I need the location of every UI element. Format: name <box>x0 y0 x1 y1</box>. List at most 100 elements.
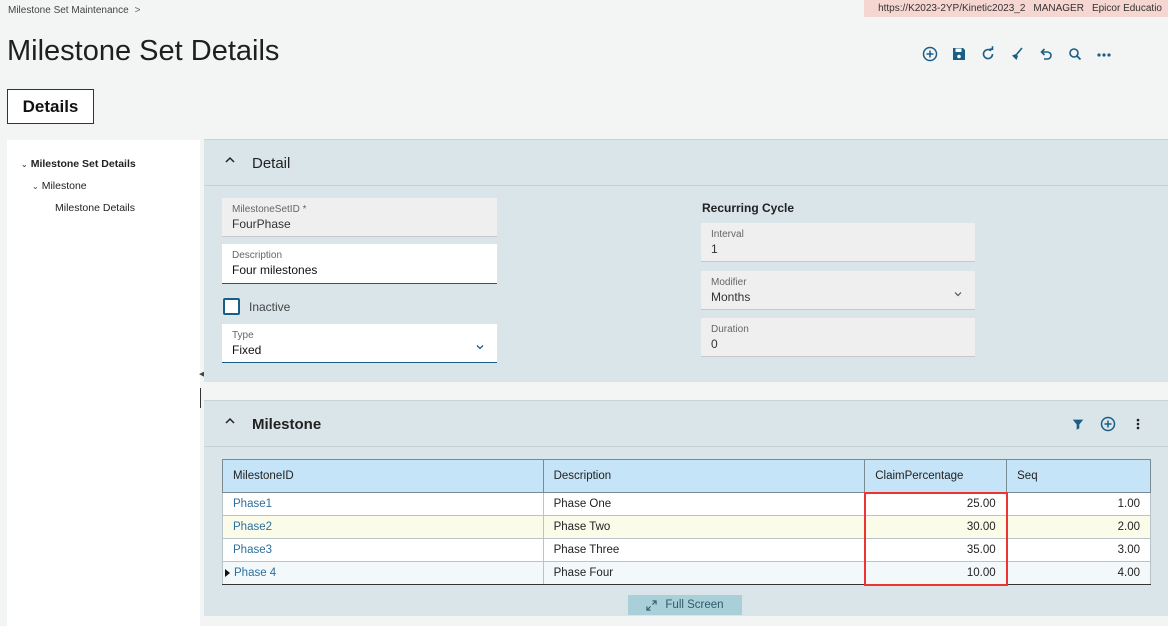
env-url: https://K2023-2YP/Kinetic2023_2 <box>878 3 1026 14</box>
table-row[interactable]: Phase2 Phase Two 30.00 2.00 <box>222 515 1151 539</box>
column-header-seq[interactable]: Seq <box>1006 459 1151 493</box>
column-header-claim-percentage[interactable]: ClaimPercentage <box>864 459 1008 493</box>
type-select[interactable]: Type Fixed <box>222 324 497 363</box>
undo-icon <box>1039 48 1052 60</box>
field-label: Interval <box>711 229 744 240</box>
claim-percentage-cell[interactable]: 35.00 <box>863 538 1008 562</box>
milestone-set-id-field: MilestoneSetID * FourPhase <box>222 198 497 237</box>
tree-item-milestone[interactable]: ⌄ Milestone <box>32 180 87 192</box>
undo-button[interactable] <box>1031 42 1060 66</box>
milestone-id-cell[interactable]: Phase 4 <box>222 561 544 585</box>
table-row[interactable]: Phase3 Phase Three 35.00 3.00 <box>222 538 1151 562</box>
table-row[interactable]: Phase1 Phase One 25.00 1.00 <box>222 491 1151 516</box>
top-bar: Milestone Set Maintenance > https://K2023… <box>0 0 1168 20</box>
chevron-up-icon[interactable] <box>223 414 237 428</box>
tree-item-milestone-details[interactable]: Milestone Details <box>55 202 135 214</box>
clear-button[interactable] <box>1002 42 1031 66</box>
full-screen-button[interactable]: Full Screen <box>628 595 742 615</box>
env-company: Epicor Educatio <box>1091 3 1162 14</box>
description-cell[interactable]: Phase Two <box>542 515 866 539</box>
search-icon <box>1068 48 1081 61</box>
column-header-milestone-id[interactable]: MilestoneID <box>222 459 544 493</box>
add-icon <box>1100 416 1116 432</box>
claim-percentage-cell[interactable]: 30.00 <box>863 515 1008 539</box>
milestone-panel: Milestone MilestoneID Description ClaimP… <box>204 400 1168 616</box>
seq-cell[interactable]: 1.00 <box>1006 492 1151 516</box>
add-icon <box>922 46 937 62</box>
milestone-id-value: Phase 4 <box>234 567 277 579</box>
environment-bar: https://K2023-2YP/Kinetic2023_2 MANAGER Ep… <box>864 0 1168 17</box>
description-cell[interactable]: Phase Three <box>542 538 866 562</box>
page-title: Milestone Set Details <box>7 35 280 67</box>
navigation-tree: ⌄ Milestone Set Details ⌄ Milestone Milest… <box>7 140 200 626</box>
more-vertical-icon <box>1136 418 1140 430</box>
filter-icon <box>1072 419 1084 430</box>
milestone-panel-title: Milestone <box>252 416 322 433</box>
milestone-id-cell[interactable]: Phase1 <box>222 492 544 516</box>
seq-cell[interactable]: 3.00 <box>1006 538 1151 562</box>
page-toolbar <box>915 42 1118 66</box>
breadcrumb-separator: > <box>134 5 141 16</box>
field-value[interactable]: Four milestones <box>232 263 497 277</box>
detail-panel-header[interactable]: Detail <box>204 140 1168 186</box>
field-value: Fixed <box>232 343 262 357</box>
field-label: Description <box>232 250 283 261</box>
field-label: Duration <box>711 324 749 335</box>
interval-field[interactable]: Interval 1 <box>701 223 975 262</box>
claim-percentage-cell[interactable]: 25.00 <box>863 491 1008 516</box>
column-header-description[interactable]: Description <box>542 459 866 493</box>
modifier-select[interactable]: Modifier Months <box>701 271 975 310</box>
chevron-up-icon[interactable] <box>223 153 237 167</box>
expand-icon <box>646 599 658 611</box>
description-cell[interactable]: Phase One <box>542 492 866 516</box>
duration-field[interactable]: Duration 0 <box>701 318 975 357</box>
breadcrumb-app[interactable]: Milestone Set Maintenance <box>8 5 129 16</box>
filter-button[interactable] <box>1070 416 1086 432</box>
recurring-cycle-title: Recurring Cycle <box>702 201 795 215</box>
tree-item-label: Milestone Details <box>55 202 135 214</box>
chevron-down-icon: ⌄ <box>21 160 28 169</box>
add-row-button[interactable] <box>1100 416 1116 432</box>
panel-splitter[interactable] <box>200 388 201 408</box>
milestone-grid: MilestoneID Description ClaimPercentage … <box>222 459 1151 586</box>
row-pointer-icon <box>225 568 230 577</box>
full-screen-label: Full Screen <box>665 599 724 611</box>
tree-item-milestone-set-details[interactable]: ⌄ Milestone Set Details <box>21 158 136 170</box>
detail-panel: Detail MilestoneSetID * FourPhase Descri… <box>204 139 1168 382</box>
field-value: 0 <box>711 337 718 351</box>
claim-percentage-cell[interactable]: 10.00 <box>863 561 1008 586</box>
description-field[interactable]: Description Four milestones <box>222 244 497 284</box>
field-value: 1 <box>711 242 718 256</box>
search-button[interactable] <box>1060 42 1089 66</box>
milestone-id-cell[interactable]: Phase2 <box>222 515 544 539</box>
breadcrumb[interactable]: Milestone Set Maintenance > <box>8 5 140 16</box>
save-icon <box>952 48 965 60</box>
overflow-menu-button[interactable] <box>1130 416 1146 432</box>
clear-icon <box>1011 47 1023 60</box>
field-value: Months <box>711 290 751 304</box>
env-user: MANAGER <box>1033 3 1084 14</box>
milestone-tools <box>1070 416 1146 432</box>
description-cell[interactable]: Phase Four <box>542 561 866 585</box>
milestone-panel-header[interactable]: Milestone <box>204 401 1168 447</box>
refresh-icon <box>982 46 993 60</box>
seq-cell[interactable]: 4.00 <box>1006 561 1151 585</box>
grid-header-row: MilestoneID Description ClaimPercentage … <box>222 459 1151 493</box>
add-button[interactable] <box>915 42 944 66</box>
chevron-down-icon[interactable] <box>475 342 485 352</box>
more-button[interactable] <box>1089 42 1118 66</box>
inactive-checkbox[interactable] <box>223 298 240 315</box>
table-row-selected[interactable]: Phase 4 Phase Four 10.00 4.00 <box>222 561 1151 586</box>
inactive-label: Inactive <box>249 300 291 314</box>
refresh-button[interactable] <box>973 42 1002 66</box>
more-icon <box>1096 53 1111 57</box>
tab-details[interactable]: Details <box>7 89 94 124</box>
tree-item-label: Milestone <box>41 180 87 192</box>
field-value: FourPhase <box>232 217 291 231</box>
save-button[interactable] <box>944 42 973 66</box>
seq-cell[interactable]: 2.00 <box>1006 515 1151 539</box>
tree-item-label: Milestone Set Details <box>30 158 136 170</box>
field-label: Modifier <box>711 277 747 288</box>
chevron-down-icon[interactable] <box>953 289 963 299</box>
milestone-id-cell[interactable]: Phase3 <box>222 538 544 562</box>
